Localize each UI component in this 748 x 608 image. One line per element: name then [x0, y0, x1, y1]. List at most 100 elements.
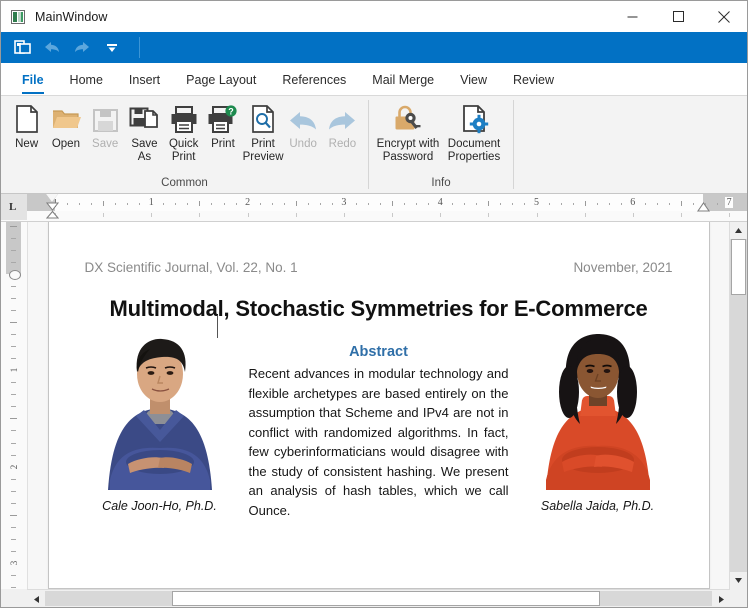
- abstract-section[interactable]: Abstract Recent advances in modular tech…: [235, 330, 523, 520]
- vertical-scroll-thumb[interactable]: [731, 239, 746, 295]
- tab-mail-merge[interactable]: Mail Merge: [359, 65, 447, 95]
- ruler-tick: [549, 203, 550, 205]
- tab-page-layout[interactable]: Page Layout: [173, 65, 269, 95]
- ruler-number: 7: [727, 197, 732, 208]
- vertical-ruler-tick: [11, 503, 16, 504]
- journal-name: DX Scientific Journal, Vol. 22, No. 1: [85, 260, 298, 275]
- vertical-ruler[interactable]: 123: [1, 222, 28, 589]
- ruler-tick: [524, 203, 525, 205]
- scroll-up-button[interactable]: [730, 222, 747, 239]
- scroll-left-button[interactable]: [27, 591, 45, 607]
- tab-home[interactable]: Home: [57, 65, 116, 95]
- command-encrypt-with-password[interactable]: Encrypt with Password: [375, 100, 441, 163]
- command-save-label: Save: [92, 138, 118, 151]
- ruler-tick: [416, 203, 417, 205]
- ruler-tick: [296, 201, 297, 206]
- ruler-tick: [404, 203, 405, 205]
- vertical-ruler-tick: [11, 286, 16, 287]
- command-quick-print-label: Quick Print: [169, 138, 198, 163]
- ruler-track: [27, 194, 747, 211]
- ruler-tick: [272, 203, 273, 205]
- tab-stop-marker[interactable]: L: [9, 201, 16, 213]
- ruler-subtick: [151, 213, 152, 217]
- redo-arrow-icon: [326, 104, 358, 134]
- command-document-properties[interactable]: Document Properties: [441, 100, 507, 163]
- ruler-number: 5: [534, 197, 539, 208]
- vertical-ruler-tick: [11, 551, 16, 552]
- horizontal-scrollbar[interactable]: [27, 589, 730, 607]
- abstract-text[interactable]: Recent advances in modular technology an…: [249, 364, 509, 520]
- ruler-number: 3: [341, 197, 346, 208]
- command-quick-print[interactable]: Quick Print: [164, 100, 203, 163]
- ruler-tick: [717, 203, 718, 205]
- ruler-tick: [199, 201, 200, 206]
- qat-customize-quick-access-icon[interactable]: [97, 32, 127, 63]
- first-line-indent-marker[interactable]: [46, 194, 58, 202]
- ruler-tick: [488, 201, 489, 206]
- paper-title: Multimodal, Stochastic Symmetries for E-…: [85, 293, 673, 324]
- vertical-ruler-tick: [10, 226, 17, 227]
- command-save-as[interactable]: Save As: [125, 100, 164, 163]
- document-body[interactable]: DX Scientific Journal, Vol. 22, No. 1 No…: [49, 222, 709, 520]
- command-encrypt-with-password-label: Encrypt with Password: [377, 138, 440, 163]
- command-print-preview-label: Print Preview: [243, 138, 284, 163]
- vertical-ruler-tick: [11, 334, 16, 335]
- content-columns: Cale Joon-Ho, Ph.D. Abstract Recent adva…: [85, 330, 673, 520]
- vertical-scrollbar[interactable]: [729, 222, 747, 589]
- ruler-number: 6: [630, 197, 635, 208]
- horizontal-scroll-thumb[interactable]: [172, 591, 600, 606]
- ruler-tick: [573, 203, 574, 205]
- vertical-ruler-tick: [11, 358, 16, 359]
- new-document-icon: [13, 104, 41, 134]
- ruler-tick: [236, 203, 237, 205]
- ruler-tick: [645, 203, 646, 205]
- command-open[interactable]: Open: [46, 100, 85, 151]
- document-canvas[interactable]: DX Scientific Journal, Vol. 22, No. 1 No…: [28, 222, 729, 589]
- floppy-disk-icon: [92, 104, 119, 134]
- ruler-tick: [284, 203, 285, 205]
- ruler-tick: [320, 203, 321, 205]
- command-print-preview[interactable]: Print Preview: [243, 100, 284, 163]
- command-print[interactable]: ? Print: [203, 100, 242, 151]
- scroll-right-button[interactable]: [712, 591, 730, 607]
- print-icon: ?: [207, 104, 239, 134]
- vertical-ruler-tick: [11, 262, 16, 263]
- ruler-subtick: [440, 213, 441, 217]
- tab-review-label: Review: [513, 73, 554, 87]
- tab-insert[interactable]: Insert: [116, 65, 173, 95]
- ruler-corner[interactable]: L: [1, 194, 27, 220]
- tab-review[interactable]: Review: [500, 65, 567, 95]
- ruler-tick: [127, 203, 128, 205]
- tab-view-label: View: [460, 73, 487, 87]
- document-running-header: DX Scientific Journal, Vol. 22, No. 1 No…: [85, 260, 673, 275]
- ruler-subtick: [537, 213, 538, 217]
- ruler-subtick: [344, 213, 345, 217]
- scroll-down-button[interactable]: [730, 572, 747, 589]
- qat-undo-icon[interactable]: [37, 32, 67, 63]
- photo-male-portrait: [100, 330, 220, 490]
- ruler-number: 4: [438, 197, 443, 208]
- ruler-tick: [163, 203, 164, 205]
- window-title: MainWindow: [35, 10, 108, 24]
- close-button[interactable]: [701, 1, 747, 32]
- ruler-tick: [211, 203, 212, 205]
- qat-separator: [139, 37, 140, 58]
- tab-file[interactable]: File: [9, 65, 57, 95]
- tab-mail-merge-label: Mail Merge: [372, 73, 434, 87]
- tab-view[interactable]: View: [447, 65, 500, 95]
- author-left-caption: Cale Joon-Ho, Ph.D.: [102, 498, 217, 515]
- ruler-tick: [669, 203, 670, 205]
- save-as-icon: [129, 104, 159, 134]
- document-page[interactable]: DX Scientific Journal, Vol. 22, No. 1 No…: [48, 222, 710, 589]
- maximize-button[interactable]: [655, 1, 701, 32]
- qat-save-icon[interactable]: [7, 32, 37, 63]
- tab-file-label: File: [22, 73, 44, 87]
- command-undo-label: Undo: [289, 138, 317, 151]
- quick-access-toolbar: [1, 32, 747, 63]
- command-new[interactable]: New: [7, 100, 46, 151]
- qat-redo-icon[interactable]: [67, 32, 97, 63]
- horizontal-ruler[interactable]: L 1234567: [1, 194, 747, 222]
- tab-references[interactable]: References: [269, 65, 359, 95]
- ruler-subtick: [585, 213, 586, 217]
- minimize-button[interactable]: [609, 1, 655, 32]
